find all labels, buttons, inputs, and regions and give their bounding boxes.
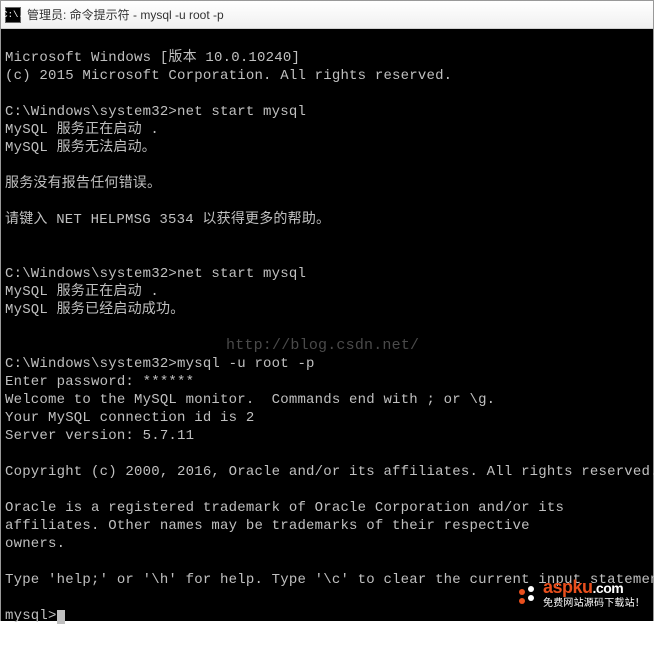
terminal-line: Oracle is a registered trademark of Orac… — [5, 500, 564, 516]
terminal-line: Server version: 5.7.11 — [5, 428, 194, 444]
mysql-prompt: mysql> — [5, 608, 57, 624]
cursor — [57, 610, 65, 624]
csdn-watermark: http://blog.csdn.net/ — [226, 337, 419, 355]
terminal-output[interactable]: Microsoft Windows [版本 10.0.10240] (c) 20… — [1, 29, 653, 621]
terminal-line: 服务没有报告任何错误。 — [5, 176, 161, 192]
terminal-line: MySQL 服务无法启动。 — [5, 140, 156, 156]
brand-dots-icon — [519, 586, 539, 606]
terminal-line: Microsoft Windows [版本 10.0.10240] — [5, 50, 300, 66]
window-title: 管理员: 命令提示符 - mysql -u root -p — [27, 6, 224, 23]
terminal-line: (c) 2015 Microsoft Corporation. All righ… — [5, 68, 452, 84]
terminal-line: C:\Windows\system32>net start mysql — [5, 266, 306, 282]
aspku-watermark: aspku.com 免费网站源码下载站！ — [519, 578, 645, 613]
terminal-line: C:\Windows\system32>net start mysql — [5, 104, 306, 120]
terminal-line: Welcome to the MySQL monitor. Commands e… — [5, 392, 495, 408]
terminal-line: MySQL 服务已经启动成功。 — [5, 302, 184, 318]
brand-sub: 免费网站源码下载站！ — [543, 595, 645, 613]
terminal-line: C:\Windows\system32>mysql -u root -p — [5, 356, 315, 372]
window-titlebar[interactable]: C:\. 管理员: 命令提示符 - mysql -u root -p — [1, 1, 653, 29]
terminal-line: Your MySQL connection id is 2 — [5, 410, 254, 426]
terminal-line: Enter password: ****** — [5, 374, 194, 390]
cmd-icon: C:\. — [5, 7, 21, 23]
terminal-line: affiliates. Other names may be trademark… — [5, 518, 530, 534]
terminal-line: Copyright (c) 2000, 2016, Oracle and/or … — [5, 464, 654, 480]
terminal-line: MySQL 服务正在启动 . — [5, 284, 159, 300]
terminal-line: MySQL 服务正在启动 . — [5, 122, 159, 138]
terminal-line: owners. — [5, 536, 65, 552]
terminal-line: 请键入 NET HELPMSG 3534 以获得更多的帮助。 — [5, 212, 330, 228]
